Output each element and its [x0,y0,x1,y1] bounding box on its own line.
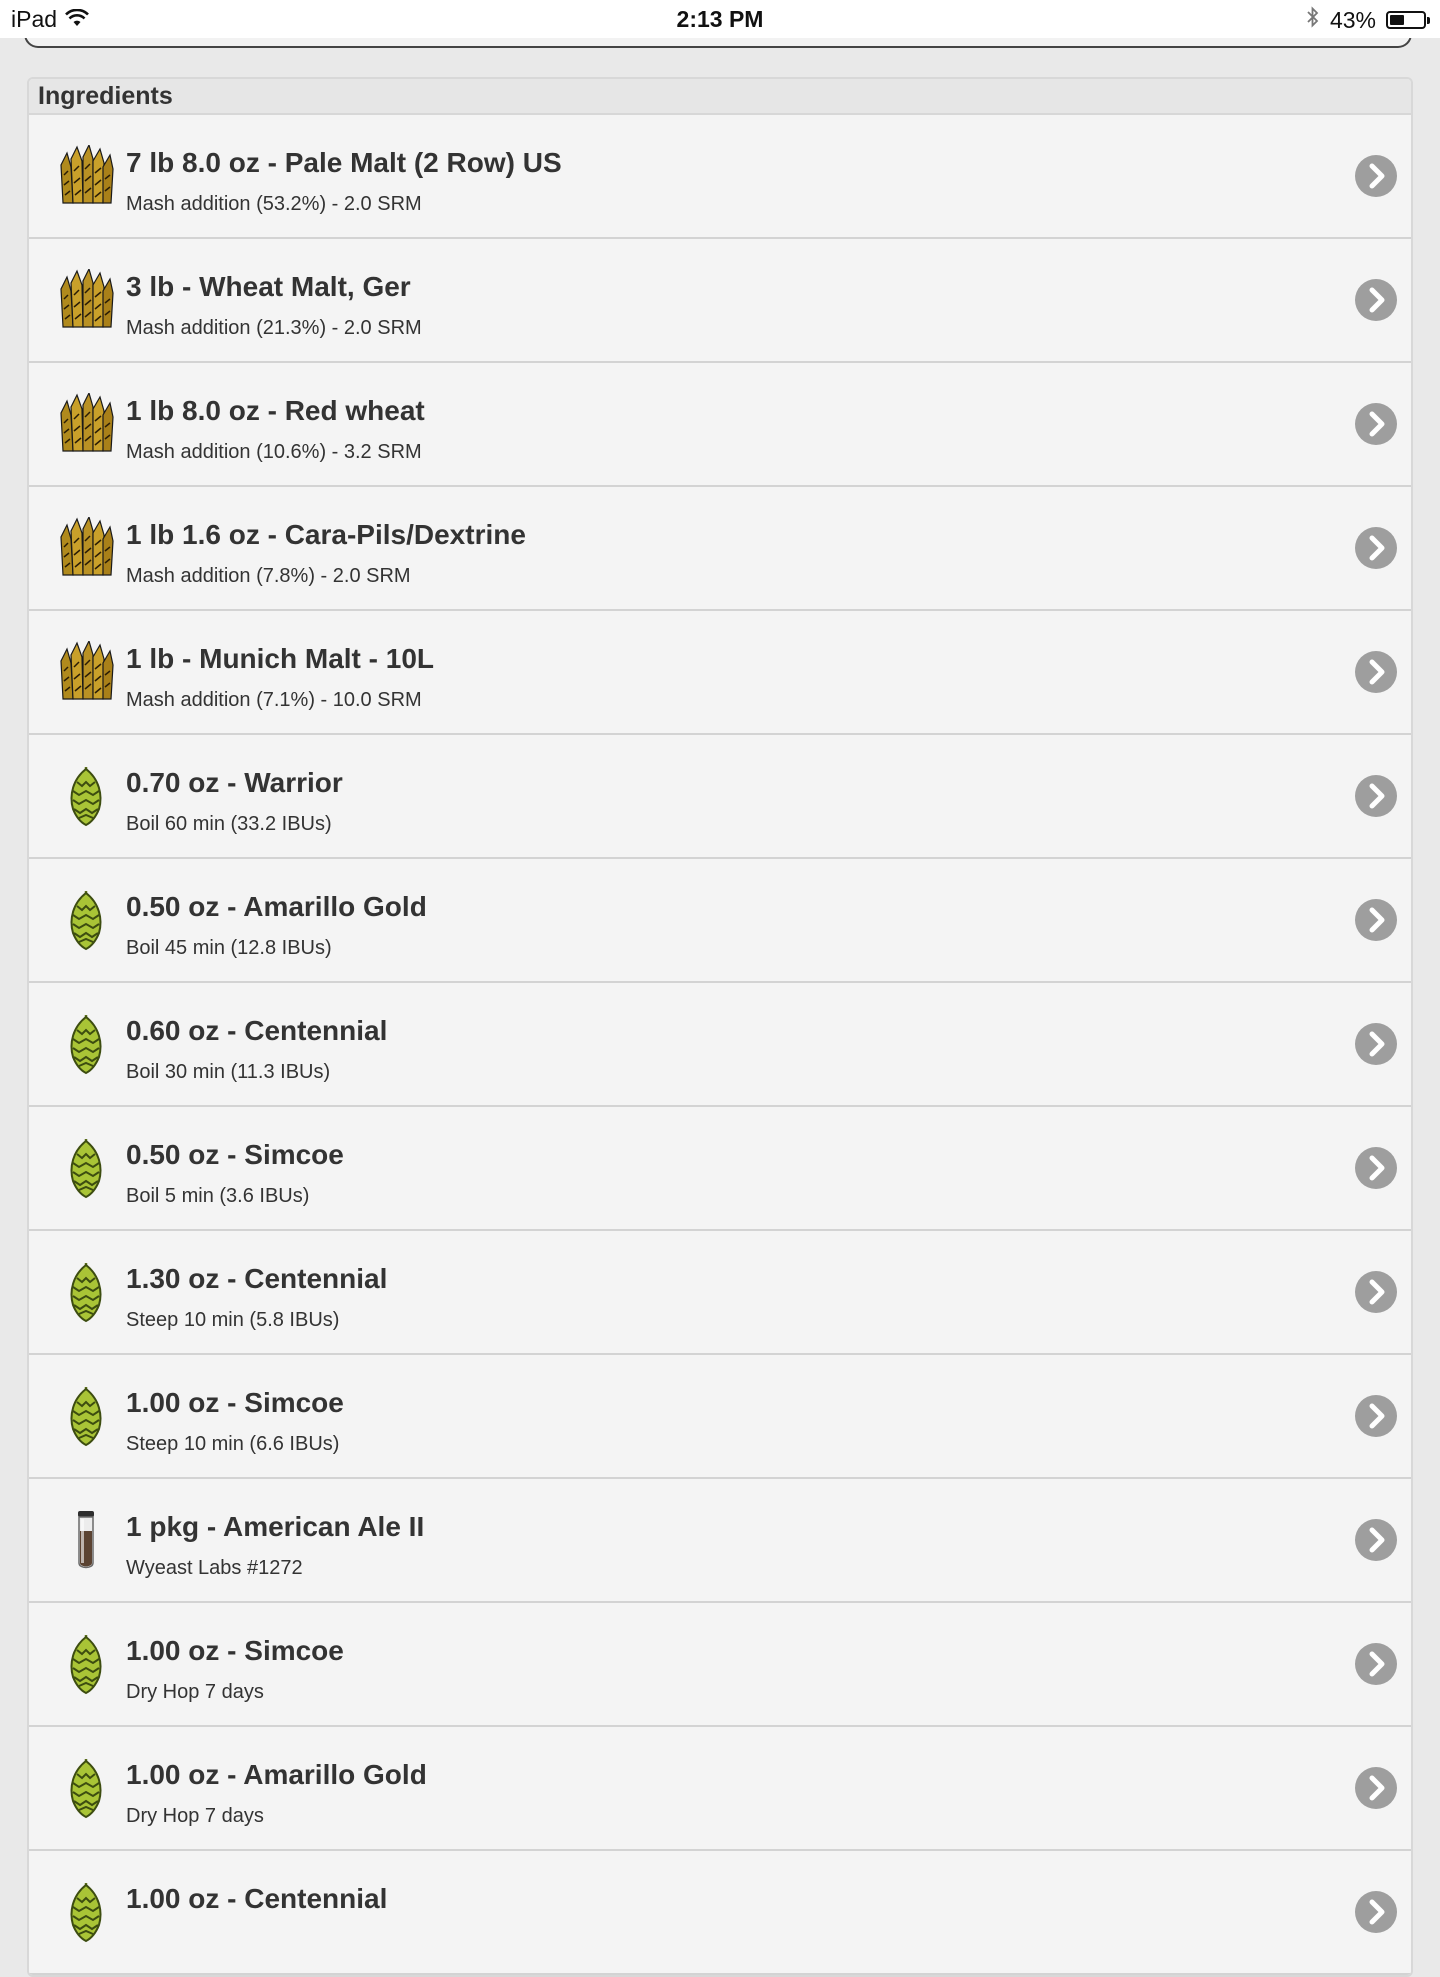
hop-icon [55,1013,117,1075]
status-time: 2:13 PM [676,6,764,32]
hop-icon [55,889,117,951]
chevron-right-icon[interactable] [1355,1891,1397,1933]
ingredient-row[interactable]: 0.50 oz - Simcoe Boil 5 min (3.6 IBUs) [29,1107,1411,1231]
ingredient-detail: Steep 10 min (5.8 IBUs) [126,1309,340,1331]
hop-icon [55,765,117,827]
ingredient-title: 1.00 oz - Amarillo Gold [126,1759,427,1790]
chevron-right-icon[interactable] [1355,651,1397,693]
battery-percent: 43% [1329,6,1376,33]
ingredient-row[interactable]: 7 lb 8.0 oz - Pale Malt (2 Row) US Mash a… [29,115,1411,239]
wheat-icon [55,515,117,579]
ingredient-row[interactable]: 1 lb 1.6 oz - Cara-Pils/Dextrine Mash add… [29,487,1411,611]
ingredient-detail: Mash addition (21.3%) - 2.0 SRM [126,317,422,339]
ingredient-row[interactable]: 0.70 oz - Warrior Boil 60 min (33.2 IBUs) [29,735,1411,859]
ingredient-row[interactable]: 1 lb - Munich Malt - 10L Mash addition (7… [29,611,1411,735]
ingredient-title: 1 pkg - American Ale II [126,1511,425,1542]
ingredient-title: 1.00 oz - Simcoe [126,1387,344,1418]
ingredient-title: 7 lb 8.0 oz - Pale Malt (2 Row) US [126,147,562,178]
ingredient-list: 7 lb 8.0 oz - Pale Malt (2 Row) US Mash a… [29,115,1411,1975]
ingredient-row[interactable]: 1.00 oz - Simcoe Dry Hop 7 days [29,1603,1411,1727]
ingredient-row[interactable]: 1.00 oz - Centennial [29,1851,1411,1975]
chevron-right-icon[interactable] [1355,1023,1397,1065]
ingredient-title: 3 lb - Wheat Malt, Ger [126,271,411,302]
ingredient-row[interactable]: 1.00 oz - Simcoe Steep 10 min (6.6 IBUs) [29,1355,1411,1479]
bluetooth-icon [1306,6,1320,34]
chevron-right-icon[interactable] [1355,1519,1397,1561]
ingredient-detail: Boil 60 min (33.2 IBUs) [126,813,332,835]
ingredients-panel: Ingredients 7 lb 8.0 oz - Pale Malt (2 R… [27,77,1413,1977]
wheat-icon [55,391,117,455]
hop-icon [55,1757,117,1819]
ingredient-title: 0.50 oz - Amarillo Gold [126,891,427,922]
ingredient-title: 1 lb 8.0 oz - Red wheat [126,395,425,426]
chevron-right-icon[interactable] [1355,155,1397,197]
chevron-right-icon[interactable] [1355,1271,1397,1313]
wheat-icon [55,143,117,207]
ingredient-title: 0.70 oz - Warrior [126,767,343,798]
wheat-icon [55,639,117,703]
hop-icon [55,1261,117,1323]
battery-icon [1386,11,1430,29]
chevron-right-icon[interactable] [1355,775,1397,817]
chevron-right-icon[interactable] [1355,1147,1397,1189]
ingredient-detail: Dry Hop 7 days [126,1681,264,1703]
hop-icon [55,1633,117,1695]
chevron-right-icon[interactable] [1355,403,1397,445]
ingredient-detail: Boil 30 min (11.3 IBUs) [126,1061,331,1083]
ingredient-detail: Boil 5 min (3.6 IBUs) [126,1185,310,1207]
ingredient-title: 1.00 oz - Simcoe [126,1635,344,1666]
hop-icon [55,1137,117,1199]
yeast-vial-icon [55,1509,117,1571]
chevron-right-icon[interactable] [1355,1395,1397,1437]
wheat-icon [55,267,117,331]
hop-icon [55,1881,117,1943]
ingredient-title: 1 lb 1.6 oz - Cara-Pils/Dextrine [126,519,526,550]
chevron-right-icon[interactable] [1355,527,1397,569]
ingredient-title: 0.50 oz - Simcoe [126,1139,344,1170]
ingredient-detail: Boil 45 min (12.8 IBUs) [126,937,332,959]
ingredient-row[interactable]: 1 pkg - American Ale II Wyeast Labs #1272 [29,1479,1411,1603]
chevron-right-icon[interactable] [1355,1767,1397,1809]
ingredient-detail: Mash addition (10.6%) - 3.2 SRM [126,441,422,463]
ingredient-detail: Wyeast Labs #1272 [126,1557,303,1579]
status-bar: iPad 2:13 PM 43% [0,0,1440,38]
status-bar-right: 43% [1306,6,1430,34]
ingredient-row[interactable]: 1.00 oz - Amarillo Gold Dry Hop 7 days [29,1727,1411,1851]
ingredient-title: 0.60 oz - Centennial [126,1015,388,1046]
ingredient-detail: Dry Hop 7 days [126,1805,264,1827]
ingredient-row[interactable]: 0.50 oz - Amarillo Gold Boil 45 min (12.8… [29,859,1411,983]
ingredient-row[interactable]: 1 lb 8.0 oz - Red wheat Mash addition (10… [29,363,1411,487]
chevron-right-icon[interactable] [1355,279,1397,321]
ingredients-header: Ingredients [29,79,1411,115]
ingredient-row[interactable]: 3 lb - Wheat Malt, Ger Mash addition (21.… [29,239,1411,363]
chevron-right-icon[interactable] [1355,899,1397,941]
ingredient-detail: Mash addition (7.1%) - 10.0 SRM [126,689,422,711]
chevron-right-icon[interactable] [1355,1643,1397,1685]
ingredient-row[interactable]: 1.30 oz - Centennial Steep 10 min (5.8 IB… [29,1231,1411,1355]
ingredient-row[interactable]: 0.60 oz - Centennial Boil 30 min (11.3 IB… [29,983,1411,1107]
ingredient-detail: Steep 10 min (6.6 IBUs) [126,1433,340,1455]
ingredient-title: 1.00 oz - Centennial [126,1883,388,1914]
ingredient-title: 1 lb - Munich Malt - 10L [126,643,435,674]
ingredient-title: 1.30 oz - Centennial [126,1263,388,1294]
ingredient-detail: Mash addition (53.2%) - 2.0 SRM [126,193,422,215]
ingredient-detail: Mash addition (7.8%) - 2.0 SRM [126,565,411,587]
hop-icon [55,1385,117,1447]
